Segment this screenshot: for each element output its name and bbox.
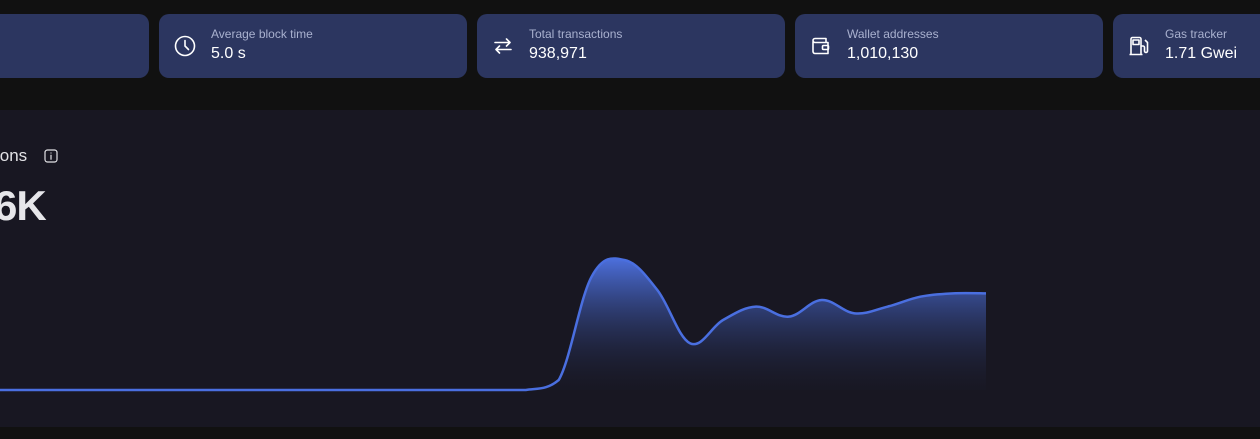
stat-card-partial bbox=[0, 14, 149, 78]
daily-transactions-chart-panel: ions 6K bbox=[0, 110, 1260, 427]
clock-icon bbox=[173, 34, 197, 58]
wallet-icon bbox=[809, 34, 833, 58]
stat-card-gas-tracker: Gas tracker 1.71 Gwei bbox=[1113, 14, 1260, 78]
stat-label: Total transactions bbox=[529, 27, 623, 41]
stat-card-average-block-time: Average block time 5.0 s bbox=[159, 14, 467, 78]
area-fill bbox=[0, 258, 986, 390]
stat-card-total-transactions: Total transactions 938,971 bbox=[477, 14, 785, 78]
stat-value: 1,010,130 bbox=[847, 45, 919, 62]
stat-value: 938,971 bbox=[529, 45, 587, 62]
gas-pump-icon bbox=[1127, 34, 1151, 58]
stat-label: Average block time bbox=[211, 27, 313, 41]
area-chart bbox=[0, 257, 987, 392]
stat-label: Gas tracker bbox=[1165, 27, 1228, 41]
stat-value: 1.71 Gwei bbox=[1165, 45, 1238, 62]
arrows-swap-icon bbox=[491, 34, 515, 58]
stat-card-wallet-addresses: Wallet addresses 1,010,130 bbox=[795, 14, 1103, 78]
stat-label: Wallet addresses bbox=[847, 27, 939, 41]
stat-value: 5.0 s bbox=[211, 45, 246, 62]
